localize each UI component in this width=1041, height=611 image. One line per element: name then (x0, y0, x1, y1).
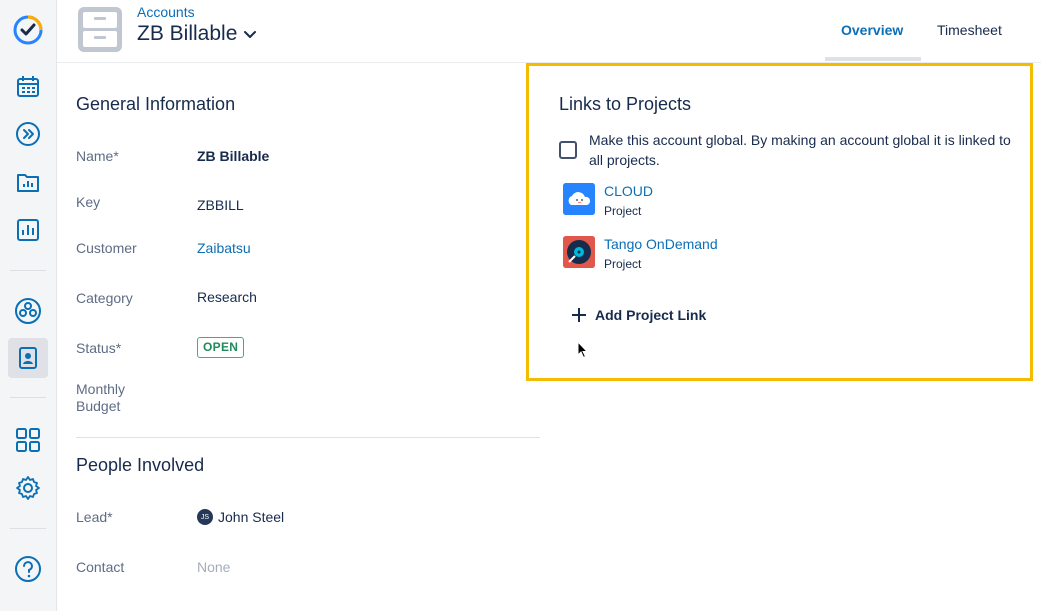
project-link-tango[interactable]: Tango OnDemand (604, 236, 718, 252)
tango-project-icon (563, 236, 595, 268)
page-title-text: ZB Billable (137, 22, 238, 45)
tab-indicator (825, 57, 921, 61)
add-project-link-button[interactable]: Add Project Link (571, 307, 706, 323)
monthly-budget-label-line1: Monthly (76, 381, 126, 397)
sidebar (0, 0, 57, 611)
general-info-title: General Information (76, 94, 236, 114)
category-label: Category (76, 290, 133, 306)
name-label: Name* (76, 148, 119, 164)
monthly-budget-label: Monthly Budget (76, 381, 125, 415)
folder-chart-icon[interactable] (8, 162, 48, 202)
tab-overview[interactable]: Overview (841, 22, 903, 38)
report-icon[interactable] (8, 210, 48, 250)
links-title: Links to Projects (559, 94, 692, 114)
sidebar-divider (10, 528, 46, 529)
apps-grid-icon[interactable] (8, 420, 48, 460)
monthly-budget-label-line2: Budget (76, 398, 121, 414)
gear-icon[interactable] (8, 468, 48, 508)
calendar-icon[interactable] (8, 67, 48, 107)
breadcrumb[interactable]: Accounts (137, 4, 195, 20)
customer-label: Customer (76, 240, 137, 256)
page-title[interactable]: ZB Billable (137, 22, 257, 46)
cloud-project-icon (563, 183, 595, 215)
chevron-down-icon (244, 31, 257, 38)
add-project-link-label: Add Project Link (595, 307, 707, 323)
name-value[interactable]: ZB Billable (197, 148, 269, 164)
account-icon[interactable] (8, 338, 48, 378)
status-label: Status* (76, 340, 122, 356)
app-logo-icon[interactable] (8, 10, 48, 50)
filing-cabinet-icon (77, 6, 123, 53)
tab-timesheet[interactable]: Timesheet (937, 22, 1002, 38)
lead-name[interactable]: John Steel (218, 509, 284, 525)
sidebar-divider (10, 270, 46, 271)
contact-value[interactable]: None (197, 559, 230, 575)
team-icon[interactable] (8, 291, 48, 331)
project-type: Project (604, 204, 642, 218)
forward-icon[interactable] (8, 114, 48, 154)
status-badge[interactable]: OPEN (197, 337, 245, 358)
help-icon[interactable] (8, 549, 48, 589)
mouse-cursor-icon (577, 341, 589, 359)
plus-icon (572, 308, 586, 322)
project-type: Project (604, 257, 642, 271)
project-link-cloud[interactable]: CLOUD (604, 183, 653, 199)
key-value[interactable]: ZBBILL (197, 197, 244, 213)
people-involved-title: People Involved (76, 455, 205, 475)
sidebar-divider (10, 397, 46, 398)
global-account-text: Make this account global. By making an a… (589, 132, 1011, 168)
customer-link[interactable]: Zaibatsu (197, 240, 251, 256)
key-label: Key (76, 194, 101, 210)
avatar: JS (197, 509, 213, 525)
category-value[interactable]: Research (197, 289, 257, 305)
section-divider (76, 437, 540, 438)
contact-label: Contact (76, 559, 125, 575)
global-account-checkbox[interactable] (559, 141, 577, 159)
lead-label: Lead* (76, 509, 113, 525)
